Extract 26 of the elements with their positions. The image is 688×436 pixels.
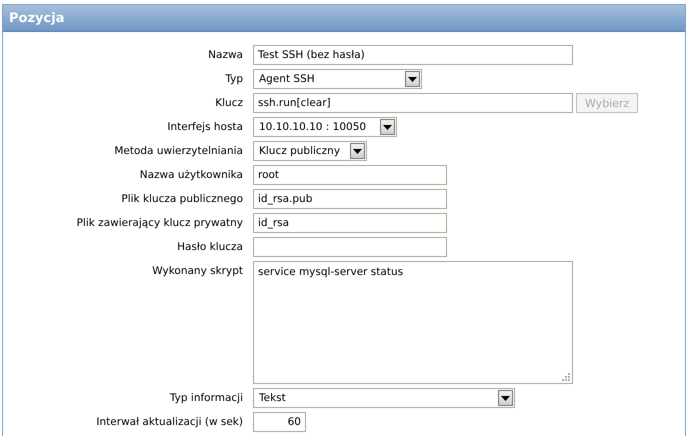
field-label: Wykonany skrypt <box>151 264 243 277</box>
dropdown[interactable]: Tekst <box>253 388 515 408</box>
input-field[interactable]: root <box>253 165 447 185</box>
dropdown[interactable]: 10.10.10.10 : 10050 <box>253 117 397 137</box>
dropdown[interactable]: Klucz publiczny <box>253 141 367 161</box>
resize-grip-icon <box>562 373 570 381</box>
field-label: Nazwa <box>207 49 243 61</box>
field-label: Plik zawierający klucz prywatny <box>76 217 243 229</box>
panel-title: Pozycja <box>9 10 64 26</box>
field-label: Interfejs hosta <box>166 121 243 133</box>
input-field[interactable]: 60 <box>253 412 306 432</box>
input-field[interactable]: Test SSH (bez hasła) <box>253 45 573 65</box>
field-label: Typ <box>224 73 243 85</box>
field-label: Hasło klucza <box>176 241 243 253</box>
input-field[interactable] <box>253 237 447 257</box>
field-label: Typ informacji <box>168 392 243 404</box>
input-field[interactable]: ssh.run[clear] <box>253 93 573 113</box>
field-label: Nazwa użytkownika <box>138 169 243 181</box>
field-label: Metoda uwierzytelniania <box>113 145 243 157</box>
field-label: Klucz <box>214 97 243 109</box>
input-field[interactable]: id_rsa <box>253 213 447 233</box>
field-label: Plik klucza publicznego <box>120 193 243 205</box>
dropdown[interactable]: Agent SSH <box>253 69 422 89</box>
script-textarea[interactable]: service mysql-server status <box>253 261 573 384</box>
field-label: Interwał aktualizacji (w sek) <box>95 416 243 428</box>
input-field[interactable]: id_rsa.pub <box>253 189 447 209</box>
